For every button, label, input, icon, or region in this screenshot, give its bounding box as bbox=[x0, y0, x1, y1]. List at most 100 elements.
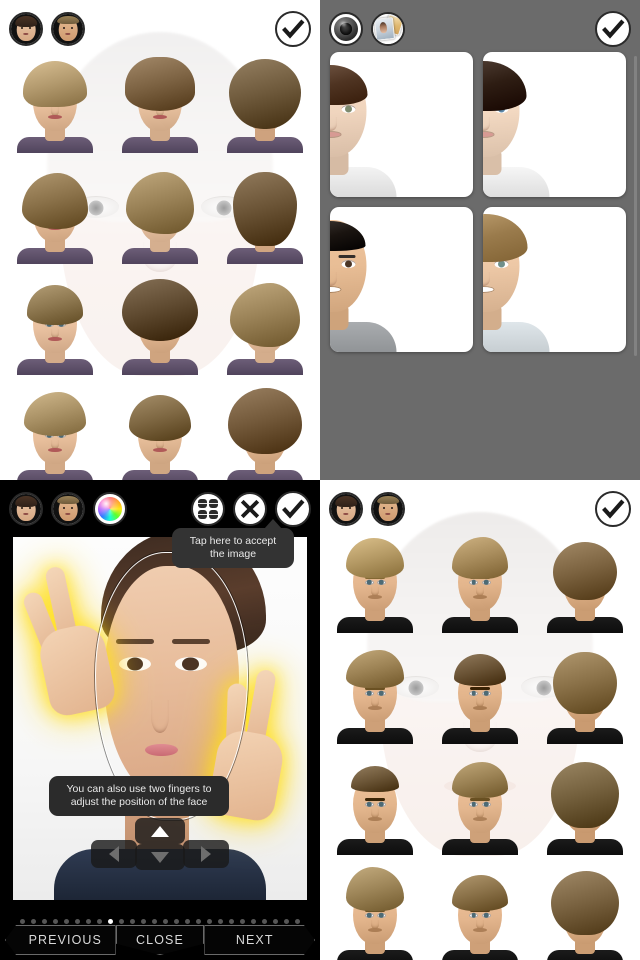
gallery-icon bbox=[373, 14, 403, 44]
accept-button[interactable] bbox=[275, 11, 311, 47]
hairstyle-avatar bbox=[337, 644, 414, 744]
dpad-left-button[interactable] bbox=[91, 840, 137, 868]
hairstyle-cell[interactable] bbox=[324, 528, 427, 633]
hairstyle-cell[interactable] bbox=[213, 48, 316, 153]
hairstyle-cell[interactable] bbox=[4, 48, 107, 153]
male-hairstyle-canvas bbox=[320, 480, 640, 960]
hairstyle-cell[interactable] bbox=[533, 528, 636, 633]
avatar-hair bbox=[451, 875, 508, 911]
hairstyle-cell[interactable] bbox=[533, 750, 636, 855]
hairstyle-cell[interactable] bbox=[213, 159, 316, 264]
hairstyle-cell[interactable] bbox=[533, 861, 636, 960]
hairstyle-avatar bbox=[546, 644, 623, 744]
hairstyle-avatar bbox=[226, 53, 303, 153]
hairstyle-avatar bbox=[337, 866, 414, 960]
hairstyle-cell[interactable] bbox=[109, 381, 212, 480]
compare-grid-button[interactable] bbox=[191, 492, 225, 526]
hairstyle-avatar bbox=[121, 275, 198, 375]
hairstyle-cell[interactable] bbox=[213, 381, 316, 480]
avatar-hair bbox=[552, 542, 617, 600]
male-hairstyle-grid bbox=[320, 526, 640, 960]
panel-face-adjust: You can also use two fingers to adjust t… bbox=[0, 480, 320, 960]
panel-male-hairstyles bbox=[320, 480, 640, 960]
avatar-hair bbox=[23, 61, 88, 107]
avatar-hair bbox=[451, 762, 508, 798]
male-model-toggle[interactable] bbox=[371, 492, 405, 526]
photo-card[interactable] bbox=[330, 207, 473, 352]
female-model-toggle[interactable] bbox=[329, 492, 363, 526]
hairstyle-cell[interactable] bbox=[324, 639, 427, 744]
portrait-hair bbox=[330, 65, 367, 105]
camera-button[interactable] bbox=[329, 12, 363, 46]
avatar-hair bbox=[22, 173, 89, 229]
hairstyle-cell[interactable] bbox=[429, 750, 532, 855]
hairstyle-cell[interactable] bbox=[109, 48, 212, 153]
hairstyle-avatar bbox=[441, 866, 518, 960]
next-button[interactable]: NEXT bbox=[204, 925, 315, 955]
hairstyle-avatar bbox=[17, 386, 94, 480]
avatar-hair bbox=[229, 283, 300, 347]
hairstyle-avatar bbox=[226, 164, 303, 264]
avatar-hair bbox=[550, 871, 619, 935]
female-avatar-icon bbox=[331, 494, 361, 524]
hairstyle-cell[interactable] bbox=[213, 270, 316, 375]
avatar-hair bbox=[121, 279, 198, 341]
portrait-hair bbox=[330, 221, 365, 251]
female-hairstyle-canvas bbox=[0, 0, 320, 480]
dpad-down-button[interactable] bbox=[135, 844, 185, 870]
dpad-up-button[interactable] bbox=[135, 818, 185, 844]
male-model-toggle[interactable] bbox=[51, 492, 85, 526]
hairstyle-cell[interactable] bbox=[533, 639, 636, 744]
grid-icon bbox=[198, 499, 218, 519]
hairstyle-cell[interactable] bbox=[4, 270, 107, 375]
close-button[interactable]: CLOSE bbox=[115, 925, 205, 955]
hair-color-button[interactable] bbox=[93, 492, 127, 526]
avatar-hair bbox=[346, 650, 405, 688]
female-hairstyle-grid bbox=[0, 46, 320, 480]
arrow-up-icon bbox=[151, 825, 169, 837]
face-adjust-stage[interactable]: You can also use two fingers to adjust t… bbox=[13, 537, 307, 900]
photo-card[interactable] bbox=[483, 52, 626, 197]
hairstyle-cell[interactable] bbox=[4, 159, 107, 264]
hairstyle-cell[interactable] bbox=[429, 639, 532, 744]
gallery-button[interactable] bbox=[371, 12, 405, 46]
avatar-hair bbox=[451, 537, 508, 579]
avatar-hair bbox=[128, 395, 191, 441]
hairstyle-avatar bbox=[546, 866, 623, 960]
hairstyle-avatar bbox=[226, 386, 303, 480]
hairstyle-cell[interactable] bbox=[429, 528, 532, 633]
check-icon bbox=[282, 499, 305, 519]
portrait-hair bbox=[483, 61, 526, 111]
female-model-toggle[interactable] bbox=[9, 12, 43, 46]
photo-grid bbox=[330, 52, 626, 352]
hairstyle-avatar bbox=[337, 533, 414, 633]
previous-button[interactable]: PREVIOUS bbox=[5, 925, 116, 955]
accept-button[interactable] bbox=[595, 491, 631, 527]
face-position-dpad bbox=[91, 818, 229, 870]
accept-button[interactable] bbox=[595, 11, 631, 47]
hairstyle-cell[interactable] bbox=[109, 270, 212, 375]
photo-picker-toolbar bbox=[320, 8, 640, 50]
hairstyle-avatar bbox=[441, 644, 518, 744]
hairstyle-cell[interactable] bbox=[4, 381, 107, 480]
male-model-toggle[interactable] bbox=[51, 12, 85, 46]
photo-grid-scrollbar[interactable] bbox=[634, 56, 637, 356]
hairstyle-cell[interactable] bbox=[324, 750, 427, 855]
tooltip-accept-hint: Tap here to accept the image bbox=[172, 519, 294, 568]
check-icon bbox=[602, 19, 625, 39]
portrait-photo bbox=[483, 207, 555, 352]
hairstyle-cell[interactable] bbox=[429, 861, 532, 960]
tooltip-accept-text: Tap here to accept the image bbox=[189, 535, 277, 560]
hairstyle-avatar bbox=[121, 53, 198, 153]
hairstyle-cell[interactable] bbox=[109, 159, 212, 264]
avatar-hair bbox=[24, 392, 87, 436]
female-model-toggle[interactable] bbox=[9, 492, 43, 526]
dpad-right-button[interactable] bbox=[183, 840, 229, 868]
check-icon bbox=[282, 19, 305, 39]
hairstyle-cell[interactable] bbox=[324, 861, 427, 960]
photo-card[interactable] bbox=[483, 207, 626, 352]
avatar-hair bbox=[346, 867, 405, 911]
cancel-button[interactable] bbox=[233, 492, 267, 526]
photo-card[interactable] bbox=[330, 52, 473, 197]
portrait-photo bbox=[330, 207, 402, 352]
